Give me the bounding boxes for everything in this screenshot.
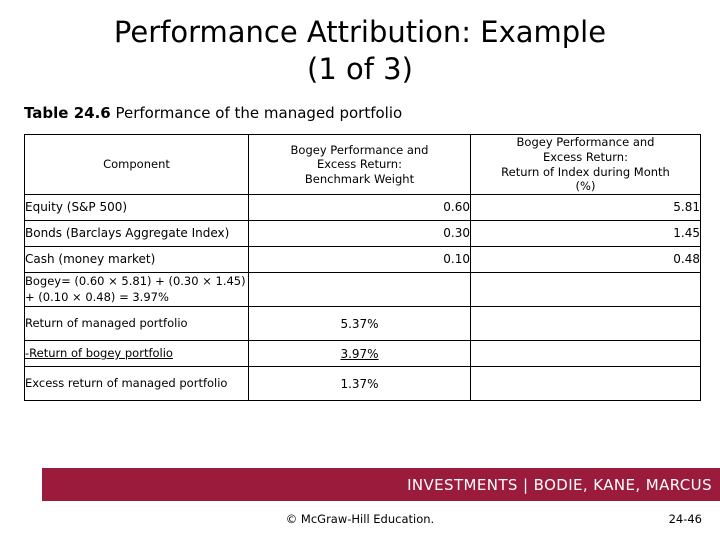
table-body: Equity (S&P 500) 0.60 5.81 Bonds (Barcla… xyxy=(24,194,701,402)
index-return-value: 0.48 xyxy=(470,246,701,274)
column-header-component: Component xyxy=(24,134,249,196)
column-header-index-return-line-3: Return of Index during Month xyxy=(501,164,670,179)
column-header-benchmark-weight: Bogey Performance and Excess Return: Ben… xyxy=(248,134,471,196)
page-title: Performance Attribution: Example (1 of 3… xyxy=(0,0,720,88)
bogey-return-index-empty xyxy=(470,340,701,368)
component-label: Cash (money market) xyxy=(24,246,249,274)
component-label: Bonds (Barclays Aggregate Index) xyxy=(24,220,249,248)
managed-return-value: 5.37% xyxy=(248,306,471,342)
benchmark-weight-value: 0.60 xyxy=(248,194,471,222)
performance-table: Component Bogey Performance and Excess R… xyxy=(24,134,701,402)
excess-return-value: 1.37% xyxy=(248,366,471,402)
table-row: Equity (S&P 500) 0.60 5.81 xyxy=(24,194,701,222)
table-caption-number: Table 24.6 xyxy=(24,104,111,123)
column-header-benchmark-weight-line-3: Benchmark Weight xyxy=(304,172,415,187)
bogey-formula-weight-empty xyxy=(248,272,471,308)
table-header-row: Component Bogey Performance and Excess R… xyxy=(24,134,701,196)
table-caption-text: Performance of the managed portfolio xyxy=(110,104,403,123)
benchmark-weight-value: 0.30 xyxy=(248,220,471,248)
footer-banner: INVESTMENTS | BODIE, KANE, MARCUS xyxy=(42,468,720,501)
column-header-benchmark-weight-line-2: Excess Return: xyxy=(317,157,402,172)
column-header-index-return: Bogey Performance and Excess Return: Ret… xyxy=(470,134,701,196)
managed-return-label: Return of managed portfolio xyxy=(24,306,249,342)
bogey-return-label: -Return of bogey portfolio xyxy=(24,340,249,368)
table-row-excess-return: Excess return of managed portfolio 1.37% xyxy=(24,366,701,402)
page-title-line-2: (1 of 3) xyxy=(307,52,413,87)
bogey-return-value: 3.97% xyxy=(248,340,471,368)
footer-bar: © McGraw-Hill Education. 24-46 xyxy=(0,512,720,530)
column-header-index-return-line-2: Excess Return: xyxy=(543,149,628,164)
benchmark-weight-value: 0.10 xyxy=(248,246,471,274)
table-caption: Table 24.6 Performance of the managed po… xyxy=(24,104,720,122)
footer-banner-text: INVESTMENTS | BODIE, KANE, MARCUS xyxy=(407,475,712,494)
table-row-managed-return: Return of managed portfolio 5.37% xyxy=(24,306,701,342)
managed-return-index-empty xyxy=(470,306,701,342)
excess-return-label: Excess return of managed portfolio xyxy=(24,366,249,402)
table-row-bogey-return: -Return of bogey portfolio 3.97% xyxy=(24,340,701,368)
column-header-index-return-line-4: (%) xyxy=(575,179,596,194)
bogey-formula-index-empty xyxy=(470,272,701,308)
performance-table-container: Component Bogey Performance and Excess R… xyxy=(24,134,701,402)
page-title-line-1: Performance Attribution: Example xyxy=(113,15,607,49)
index-return-value: 1.45 xyxy=(470,220,701,248)
component-label: Equity (S&P 500) xyxy=(24,194,249,222)
column-header-benchmark-weight-line-1: Bogey Performance and xyxy=(290,142,429,157)
table-header: Component Bogey Performance and Excess R… xyxy=(24,134,701,196)
table-row-bogey-formula: Bogey= (0.60 × 5.81) + (0.30 × 1.45) + (… xyxy=(24,272,701,308)
column-header-index-return-line-1: Bogey Performance and xyxy=(516,135,655,150)
page-number: 24-46 xyxy=(668,512,702,526)
bogey-formula-text: Bogey= (0.60 × 5.81) + (0.30 × 1.45) + (… xyxy=(24,272,249,308)
copyright-text: © McGraw-Hill Education. xyxy=(285,512,435,526)
index-return-value: 5.81 xyxy=(470,194,701,222)
excess-return-index-empty xyxy=(470,366,701,402)
table-row: Bonds (Barclays Aggregate Index) 0.30 1.… xyxy=(24,220,701,248)
table-row: Cash (money market) 0.10 0.48 xyxy=(24,246,701,274)
